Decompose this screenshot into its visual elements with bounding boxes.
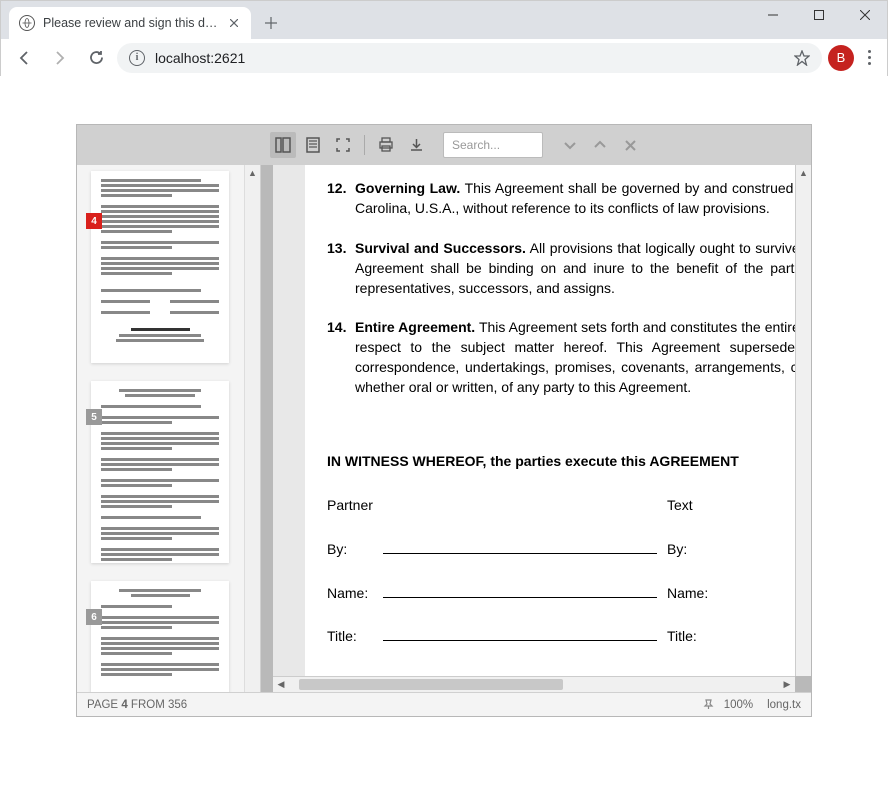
clause-number: 12. — [327, 179, 355, 219]
clause-text: Entire Agreement. This Agreement sets fo… — [355, 318, 811, 398]
clause-number: 13. — [327, 239, 355, 299]
pushpin-icon[interactable] — [703, 699, 714, 710]
scroll-right-icon[interactable]: ▶ — [779, 677, 795, 692]
globe-icon — [19, 15, 35, 31]
search-prev-button[interactable] — [587, 132, 613, 158]
back-button[interactable] — [9, 43, 39, 73]
vertical-scrollbar[interactable]: ▲ — [795, 165, 811, 676]
reload-button[interactable] — [81, 43, 111, 73]
thumbnail-page[interactable]: 5 — [91, 381, 229, 563]
viewer-toolbar: Search... — [77, 125, 811, 165]
signature-label: Title: — [667, 628, 697, 644]
clause-text: Governing Law. This Agreement shall be g… — [355, 179, 811, 219]
thumbnail-pane: 4 — [77, 165, 261, 692]
page-pane: 12. Governing Law. This Agreement shall … — [261, 165, 811, 692]
thumbnail-page[interactable]: 6 — [91, 581, 229, 692]
search-next-button[interactable] — [557, 132, 583, 158]
search-input[interactable]: Search... — [443, 132, 543, 158]
page-indicator: PAGE 4 FROM 356 — [87, 699, 187, 711]
clause-number: 14. — [327, 318, 355, 398]
signature-line — [383, 584, 657, 598]
thumbnail-number: 4 — [86, 213, 102, 229]
signature-label: Name: — [667, 585, 708, 601]
tab-close-icon[interactable] — [227, 16, 241, 30]
profile-avatar[interactable]: B — [828, 45, 854, 71]
search-close-button[interactable] — [617, 132, 643, 158]
bookmark-icon[interactable] — [794, 50, 810, 66]
address-bar[interactable]: i localhost:2621 — [117, 43, 822, 73]
horizontal-scrollbar[interactable]: ◀ ▶ — [273, 676, 795, 692]
download-button[interactable] — [403, 132, 429, 158]
toolbar-separator — [364, 135, 365, 155]
signature-header: Partner — [327, 496, 373, 516]
scroll-up-icon[interactable]: ▲ — [796, 165, 811, 181]
thumbnails-view-button[interactable] — [270, 132, 296, 158]
browser-addrbar: i localhost:2621 B — [1, 39, 887, 77]
site-info-icon[interactable]: i — [129, 50, 145, 66]
close-button[interactable] — [842, 0, 888, 30]
maximize-button[interactable] — [796, 0, 842, 30]
document-viewer: Search... 4 — [76, 124, 812, 717]
page-view-button[interactable] — [300, 132, 326, 158]
witness-text: IN WITNESS WHEREOF, the parties execute … — [327, 452, 811, 472]
scroll-handle[interactable] — [299, 679, 564, 690]
clause-text: Survival and Successors. All provisions … — [355, 239, 811, 299]
signature-header: Text — [667, 497, 693, 513]
url-text: localhost:2621 — [155, 50, 245, 66]
tab-title: Please review and sign this docu — [43, 16, 219, 30]
document-page[interactable]: 12. Governing Law. This Agreement shall … — [305, 165, 811, 676]
thumbnail-page[interactable]: 4 — [91, 171, 229, 363]
minimize-button[interactable] — [750, 0, 796, 30]
filename-label: long.tx — [767, 699, 801, 711]
new-tab-button[interactable] — [257, 9, 285, 37]
status-bar: PAGE 4 FROM 356 100% long.tx — [77, 692, 811, 716]
signature-line — [383, 540, 657, 554]
zoom-level[interactable]: 100% — [724, 699, 753, 711]
thumbnail-number: 6 — [86, 609, 102, 625]
fullscreen-button[interactable] — [330, 132, 356, 158]
signature-line — [383, 627, 657, 641]
print-button[interactable] — [373, 132, 399, 158]
thumbnail-number: 5 — [86, 409, 102, 425]
browser-tab[interactable]: Please review and sign this docu — [9, 7, 251, 39]
signature-label: By: — [327, 540, 383, 560]
thumbnail-scrollbar[interactable]: ▲ — [244, 165, 260, 692]
forward-button[interactable] — [45, 43, 75, 73]
browser-menu-button[interactable] — [860, 50, 879, 65]
signature-label: Name: — [327, 584, 383, 604]
signature-label: Title: — [327, 627, 383, 647]
scroll-left-icon[interactable]: ◀ — [273, 677, 289, 692]
signature-label: By: — [667, 541, 687, 557]
scroll-up-icon[interactable]: ▲ — [245, 165, 260, 181]
